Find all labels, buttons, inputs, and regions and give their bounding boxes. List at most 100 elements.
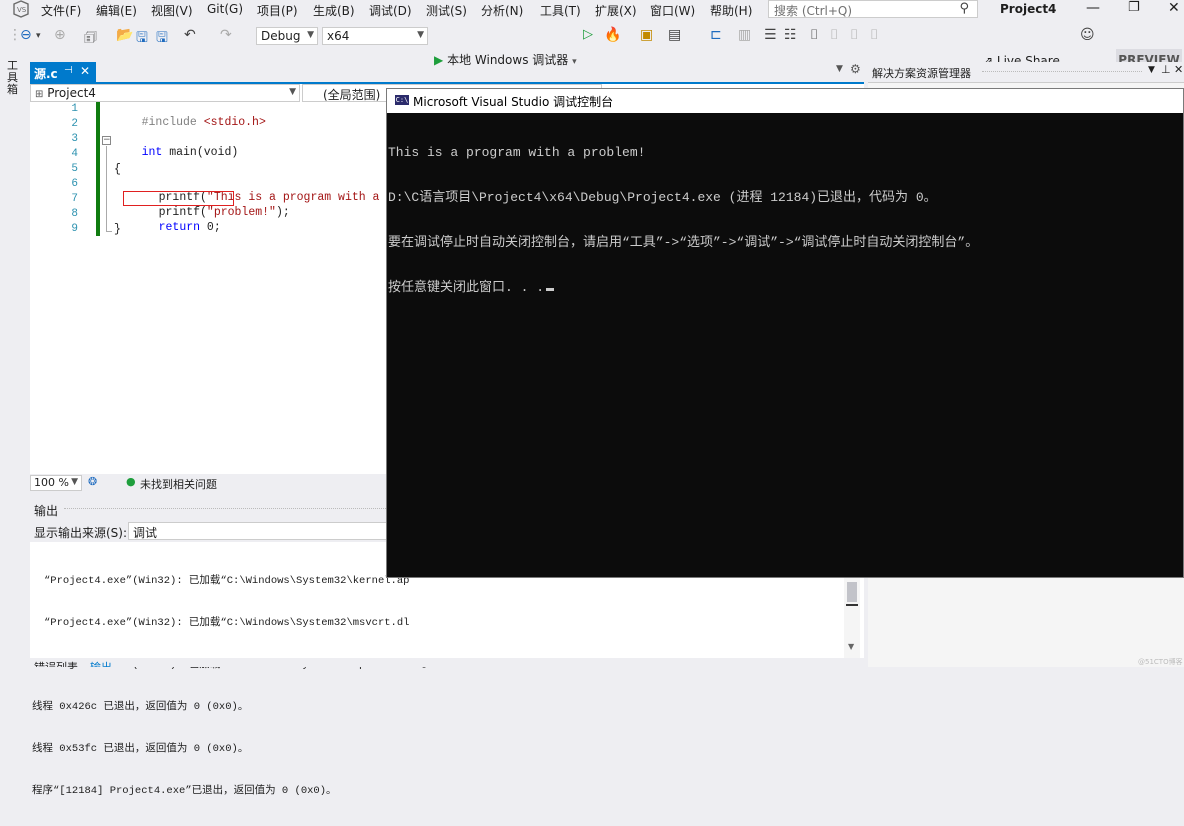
tab-error-list[interactable]: 错误列表 xyxy=(34,659,78,667)
console-prompt: 按任意键关闭此窗口. . . xyxy=(388,280,545,295)
output-source-select[interactable]: 调试 xyxy=(128,522,428,540)
menu-debug[interactable]: 调试(D) xyxy=(369,2,412,19)
tab-overflow-icon[interactable]: ▼ xyxy=(836,64,843,74)
keyword-int: int xyxy=(141,146,163,159)
restore-icon[interactable]: ❐ xyxy=(1128,0,1140,15)
project-select[interactable]: ⊞ Project4 ▼ xyxy=(30,84,300,102)
chevron-down-icon: ▼ xyxy=(71,477,78,487)
console-title-bar[interactable]: C:\ Microsoft Visual Studio 调试控制台 xyxy=(387,89,1183,113)
minimize-icon[interactable]: — xyxy=(1086,0,1100,16)
close-tab-icon[interactable]: ✕ xyxy=(80,64,90,78)
zoom-select[interactable]: 100 % ▼ xyxy=(30,475,82,491)
menu-file[interactable]: 文件(F) xyxy=(41,2,81,19)
line-number: 4 xyxy=(71,148,78,160)
call-end: ); xyxy=(275,206,290,219)
chevron-down-icon[interactable]: ▼ xyxy=(1148,65,1155,75)
output-line: “Project4.exe”(Win32): 已加载“C:\Windows\Sy… xyxy=(44,575,410,587)
bookmark-icon[interactable]: ⌷ xyxy=(810,27,818,43)
keyword-return: return xyxy=(158,221,201,234)
line-number: 3 xyxy=(71,133,78,145)
format-icon[interactable]: ▥ xyxy=(738,27,751,43)
uncomment-icon[interactable]: ☷ xyxy=(784,27,797,43)
new-project-icon[interactable]: 🗊 xyxy=(84,27,97,51)
preprocessor-text: #include xyxy=(141,116,204,129)
redo-icon[interactable]: ↷ xyxy=(220,27,232,43)
line-number: 7 xyxy=(71,193,78,205)
tab-output[interactable]: 输出 xyxy=(90,659,112,667)
menu-help[interactable]: 帮助(H) xyxy=(710,2,752,19)
menu-git[interactable]: Git(G) xyxy=(207,2,243,16)
undo-icon[interactable]: ↶ xyxy=(184,27,196,43)
collapse-icon[interactable]: − xyxy=(102,136,111,145)
platform-select[interactable]: x64 ▼ xyxy=(322,27,428,45)
menu-window[interactable]: 窗口(W) xyxy=(650,2,695,19)
save-all-icon[interactable]: 🖫 xyxy=(156,27,168,51)
return-value: 0; xyxy=(200,221,221,234)
menu-project[interactable]: 项目(P) xyxy=(257,2,298,19)
include-target: <stdio.h> xyxy=(203,116,266,129)
close-icon[interactable]: ✕ xyxy=(1168,0,1180,16)
tab-source-c[interactable]: 源.c ⊣ ✕ xyxy=(30,62,96,82)
project-icon: ⊞ xyxy=(35,89,44,100)
standard-toolbar: ⋮ ⊖ ▾ ⊕ 🗊 📂 🖫 🖫 ↶ ↷ Debug ▼ x64 ▼ ▶ 本地 Win… xyxy=(0,24,1184,71)
solution-explorer-title: 解决方案资源管理器 xyxy=(872,67,971,80)
outline-line xyxy=(106,146,107,232)
console-output: This is a program with a problem! D:\C语言… xyxy=(388,115,978,325)
menu-edit[interactable]: 编辑(E) xyxy=(96,2,137,19)
output-line: “Project4.exe”(Win32): 已加载“C:\Windows\Sy… xyxy=(44,617,410,629)
layout-icon[interactable]: ▤ xyxy=(668,27,681,43)
comment-icon[interactable]: ☰ xyxy=(764,27,777,43)
pin-icon[interactable]: ⊥ xyxy=(1161,63,1171,76)
menu-test[interactable]: 测试(S) xyxy=(426,2,467,19)
next-bookmark-icon[interactable]: ⌷ xyxy=(850,27,858,43)
step-icon[interactable]: ⊏ xyxy=(710,27,722,43)
console-title: Microsoft Visual Studio 调试控制台 xyxy=(413,95,614,109)
menu-tools[interactable]: 工具(T) xyxy=(540,2,581,19)
line-number-gutter: 1 2 3 4 5 6 7 8 9 xyxy=(30,102,82,474)
scroll-down-icon[interactable]: ▼ xyxy=(848,642,854,651)
close-icon[interactable]: ✕ xyxy=(1174,63,1183,76)
debug-console-window[interactable]: C:\ Microsoft Visual Studio 调试控制台 This i… xyxy=(386,88,1184,578)
feedback-icon[interactable]: ☺ xyxy=(1080,27,1095,43)
code-cleanup-icon[interactable]: ❂ xyxy=(88,475,97,488)
save-icon[interactable]: 🖫 xyxy=(136,27,148,51)
menu-extensions[interactable]: 扩展(X) xyxy=(595,2,637,19)
line-number: 1 xyxy=(71,103,78,115)
prev-bookmark-icon[interactable]: ⌷ xyxy=(830,27,838,43)
output-source-value: 调试 xyxy=(133,526,158,540)
search-input[interactable]: 搜索 (Ctrl+Q) ⚲ xyxy=(768,0,978,18)
menu-build[interactable]: 生成(B) xyxy=(313,2,355,19)
toolbox-tab[interactable]: 工具箱 xyxy=(7,60,19,96)
line-number: 8 xyxy=(71,208,78,220)
console-line: This is a program with a problem! xyxy=(388,145,646,160)
scrollbar-thumb[interactable] xyxy=(847,582,857,602)
issues-status: 未找到相关问题 xyxy=(140,478,217,491)
settings-icon[interactable]: ⚙ xyxy=(850,62,861,76)
menu-analyze[interactable]: 分析(N) xyxy=(481,2,523,19)
output-line: 线程 0x426c 已退出，返回值为 0 (0x0)。 xyxy=(32,701,249,713)
open-folder-icon[interactable]: 📂 xyxy=(116,27,133,43)
back-dropdown-icon[interactable]: ▾ xyxy=(36,31,41,41)
highlight-box xyxy=(123,191,234,206)
check-circle-icon: ● xyxy=(126,475,136,488)
solution-config-select[interactable]: Debug ▼ xyxy=(256,27,318,45)
forward-icon[interactable]: ⊕ xyxy=(54,27,66,43)
code-line-3: int main(void) xyxy=(114,133,239,172)
menu-view[interactable]: 视图(V) xyxy=(151,2,193,19)
browse-icon[interactable]: ▣ xyxy=(640,27,653,43)
chevron-down-icon: ▼ xyxy=(417,30,424,40)
clear-bookmarks-icon[interactable]: ⌷ xyxy=(870,27,878,43)
document-tab-strip: 源.c ⊣ ✕ ▼ ⚙ xyxy=(30,62,864,82)
hot-reload-icon[interactable]: 🔥 xyxy=(604,27,621,43)
back-icon[interactable]: ⊖ xyxy=(20,27,32,43)
project-select-value: Project4 xyxy=(47,86,96,100)
pin-icon[interactable]: ⊣ xyxy=(64,65,73,76)
output-line: 线程 0x53fc 已退出，返回值为 0 (0x0)。 xyxy=(32,743,249,755)
toolbox-strip: 工具箱 xyxy=(0,58,26,667)
line-number: 2 xyxy=(71,118,78,130)
start-without-debugging-icon[interactable]: ▷ xyxy=(583,27,593,42)
console-app-icon: C:\ xyxy=(395,95,409,105)
scroll-position-marker xyxy=(846,604,858,606)
bottom-tab-strip: 错误列表 输出 xyxy=(30,658,864,667)
search-placeholder: 搜索 (Ctrl+Q) xyxy=(774,4,853,18)
